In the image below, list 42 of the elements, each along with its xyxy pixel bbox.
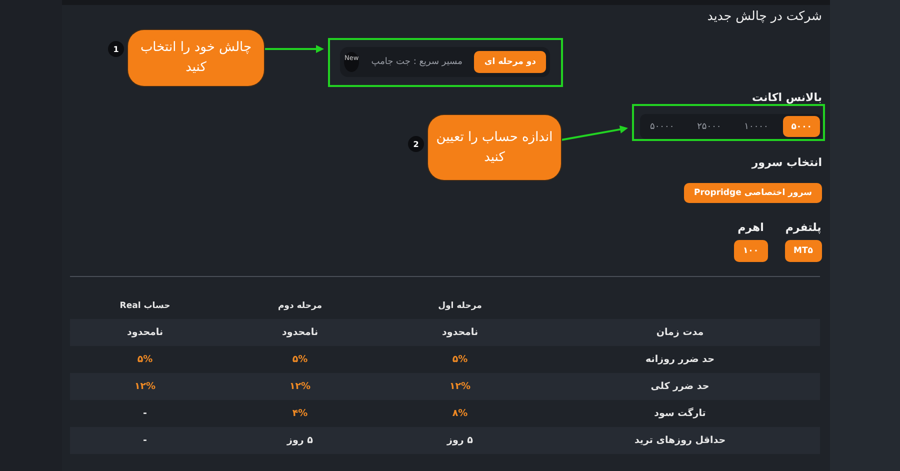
table-cell: ۵% xyxy=(137,354,153,365)
arrow xyxy=(560,125,628,141)
table-cell: ۱۲% xyxy=(134,381,156,392)
challenge-option[interactable]: مسیر سریع : جت جامپ xyxy=(369,51,464,73)
row-label: حداقل روزهای ترید xyxy=(634,435,726,446)
option-button[interactable]: MT۵ xyxy=(784,240,822,262)
callout-bubble: چالش خود را انتخاب کنید xyxy=(128,30,264,86)
server-option[interactable]: سرور اختصاصی Propridge xyxy=(684,183,822,203)
balance-option[interactable]: ۵۰۰۰۰ xyxy=(642,116,682,137)
table-cell: ۵% xyxy=(452,354,468,365)
table-cell: نامحدود xyxy=(282,327,318,338)
table-cell: - xyxy=(143,408,147,419)
callout-bubble: اندازه حساب را تعیین کنید xyxy=(428,115,561,180)
field-label: پلتفرم xyxy=(785,221,822,234)
column-header: حساب Real xyxy=(120,301,170,311)
table-cell: نامحدود xyxy=(126,327,164,338)
table-cell: ۸% xyxy=(452,408,468,419)
balance-option[interactable]: ۵۰۰۰ xyxy=(783,116,820,137)
challenge-option[interactable]: دو مرحله ای xyxy=(474,51,546,73)
table-cell: ۱۲% xyxy=(449,381,471,392)
field-label: بالانس اکانت xyxy=(752,91,822,104)
balance-option[interactable]: ۱۰۰۰۰ xyxy=(736,116,776,137)
row-label: مدت زمان xyxy=(656,327,704,338)
row-label: حد ضرر روزانه xyxy=(646,354,714,365)
row-label: حد ضرر کلی xyxy=(650,381,710,392)
step-number: 2 xyxy=(408,136,424,152)
table-cell: - xyxy=(143,435,147,446)
option-button[interactable]: ۱۰۰ xyxy=(734,240,768,262)
row-label: تارگت سود xyxy=(654,408,706,419)
table-cell: ۴% xyxy=(292,408,308,419)
balance-option[interactable]: ۲۵۰۰۰ xyxy=(689,116,730,137)
table-cell: ۱۲% xyxy=(289,381,311,392)
table-cell: ۵ روز xyxy=(447,435,473,446)
step-number: 1 xyxy=(108,41,124,57)
column-header: مرحله دوم xyxy=(278,301,322,311)
column-header: مرحله اول xyxy=(438,301,482,311)
field-label: اهرم xyxy=(738,221,764,234)
section-title: شرکت در چالش جدید xyxy=(707,8,822,23)
table-cell: نامحدود xyxy=(442,327,478,338)
table-cell: ۵ روز xyxy=(287,435,313,446)
field-label: انتخاب سرور xyxy=(752,156,822,169)
table-cell: ۵% xyxy=(292,354,308,365)
